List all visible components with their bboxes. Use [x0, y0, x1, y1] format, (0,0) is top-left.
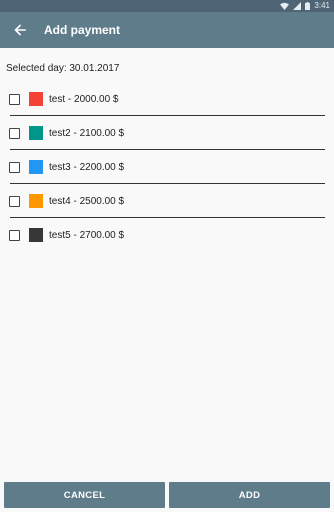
payment-item[interactable]: test3 - 2200.00 $: [0, 150, 334, 184]
action-bar: CANCEL ADD: [0, 482, 334, 508]
status-bar: 3:41: [0, 0, 334, 12]
payment-label: test2 - 2100.00 $: [49, 127, 125, 139]
arrow-back-icon: [14, 24, 26, 36]
cancel-button[interactable]: CANCEL: [4, 482, 165, 508]
payment-label: test3 - 2200.00 $: [49, 161, 125, 173]
page-title: Add payment: [44, 23, 121, 37]
payment-label: test4 - 2500.00 $: [49, 195, 125, 207]
signal-icon: [293, 2, 302, 10]
color-swatch: [29, 228, 43, 242]
color-swatch: [29, 160, 43, 174]
color-swatch: [29, 126, 43, 140]
payment-label: test - 2000.00 $: [49, 93, 119, 105]
color-swatch: [29, 194, 43, 208]
color-swatch: [29, 92, 43, 106]
payment-item[interactable]: test - 2000.00 $: [0, 82, 334, 116]
wifi-icon: [280, 2, 290, 10]
payment-checkbox[interactable]: [9, 161, 20, 173]
back-button[interactable]: [2, 12, 38, 48]
payment-checkbox[interactable]: [9, 229, 20, 241]
app-bar: Add payment: [0, 12, 334, 48]
battery-icon: [305, 2, 311, 10]
payment-checkbox[interactable]: [9, 93, 20, 105]
payment-item[interactable]: test2 - 2100.00 $: [0, 116, 334, 150]
add-button[interactable]: ADD: [169, 482, 330, 508]
status-time: 3:41: [314, 1, 330, 10]
payment-checkbox[interactable]: [9, 195, 20, 207]
payment-checkbox[interactable]: [9, 127, 20, 139]
payment-list: test - 2000.00 $ test2 - 2100.00 $ test3…: [0, 82, 334, 252]
payment-item[interactable]: test5 - 2700.00 $: [0, 218, 334, 252]
payment-item[interactable]: test4 - 2500.00 $: [0, 184, 334, 218]
selected-day-label: Selected day: 30.01.2017: [6, 63, 120, 74]
payment-label: test5 - 2700.00 $: [49, 229, 125, 241]
